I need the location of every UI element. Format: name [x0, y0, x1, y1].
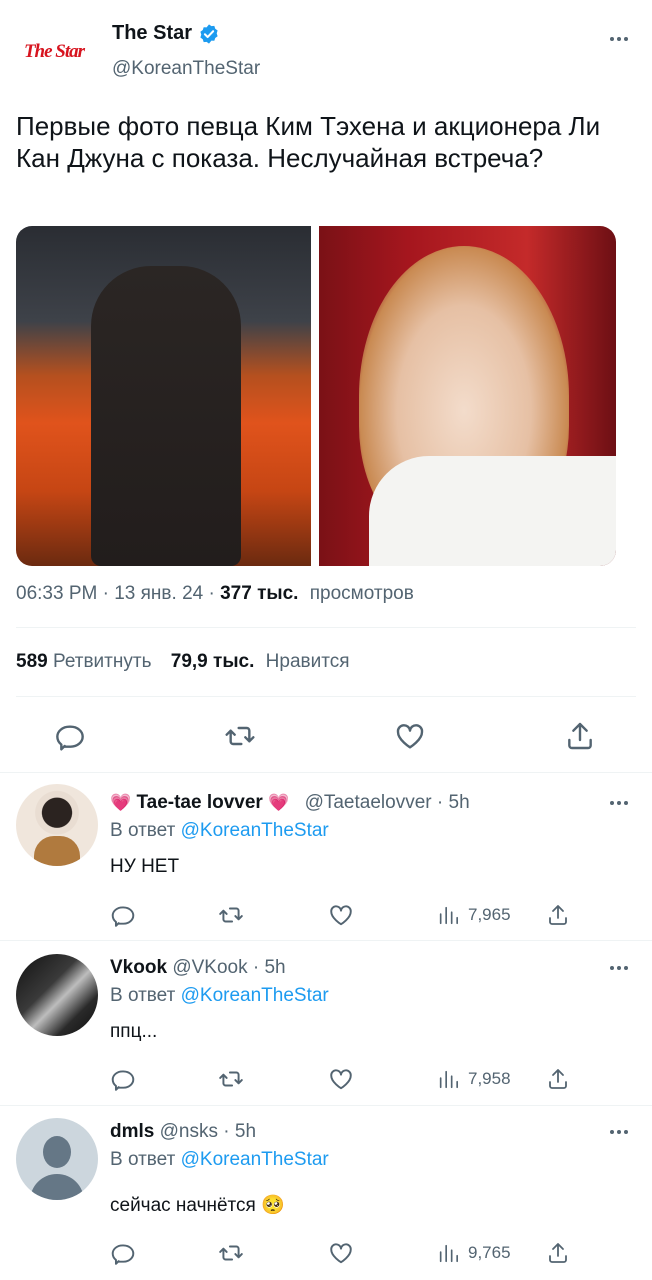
reply-icon[interactable] — [108, 1238, 138, 1268]
reply-author-handle[interactable]: @Taetaelovver — [305, 792, 432, 813]
reply-to-link[interactable]: @KoreanTheStar — [181, 985, 329, 1006]
retweets-label: Ретвитнуть — [52, 651, 152, 672]
reply-context: В ответ @KoreanTheStar — [110, 820, 329, 841]
reply-author-handle[interactable]: @VKook — [172, 957, 247, 978]
reply-context: В ответ @KoreanTheStar — [110, 1149, 329, 1170]
likes-label: Нравится — [265, 651, 350, 672]
like-icon[interactable] — [326, 1064, 356, 1094]
reply-time: 5h — [448, 792, 470, 813]
reply-context: В ответ @KoreanTheStar — [110, 985, 329, 1006]
likes-count: 79,9 тыс. — [170, 651, 255, 672]
share-icon[interactable] — [543, 1238, 573, 1268]
default-avatar-head — [43, 1136, 71, 1168]
like-icon[interactable] — [326, 1238, 356, 1268]
likes-stat[interactable]: 79,9 тыс. Нравится — [171, 651, 350, 672]
reply-author-name[interactable]: Tae-tae lovver — [136, 792, 262, 813]
reply-text: ппц... — [110, 1021, 158, 1042]
views-icon — [436, 903, 460, 927]
author-name[interactable]: The Star — [112, 22, 192, 45]
reply-icon[interactable] — [108, 900, 138, 930]
tweet-photo-1[interactable] — [16, 226, 311, 566]
reply-header: Vkook @VKook · 5h — [110, 957, 286, 978]
more-icon[interactable] — [608, 801, 630, 807]
heart-emoji-icon: 💗 — [268, 793, 290, 812]
share-icon[interactable] — [543, 900, 573, 930]
photo-portrait-shirt — [369, 456, 616, 566]
retweets-stat[interactable]: 589 Ретвитнуть — [16, 651, 157, 672]
reply-icon[interactable] — [52, 718, 88, 754]
tweet-text: Первые фото певца Ким Тэхена и акционера… — [16, 111, 601, 173]
verified-badge-icon — [198, 23, 220, 45]
avatar[interactable] — [16, 954, 98, 1036]
views-count: 7,965 — [468, 905, 511, 924]
reply-header: dmls @nsks · 5h — [110, 1121, 257, 1142]
retweet-icon[interactable] — [216, 900, 246, 930]
default-avatar-body — [30, 1174, 84, 1200]
logo-text: The Star — [23, 41, 85, 62]
author-name-row[interactable]: The Star — [112, 22, 220, 45]
avatar[interactable] — [16, 1118, 98, 1200]
reply-header: 💗 Tae-tae lovver 💗 @Taetaelovver · 5h — [110, 792, 470, 813]
reply-text: НУ НЕТ — [110, 856, 180, 877]
like-icon[interactable] — [392, 718, 428, 754]
reply-author-name[interactable]: Vkook — [110, 957, 167, 978]
more-icon[interactable] — [608, 966, 630, 972]
views-stat[interactable]: 7,958 — [436, 1067, 511, 1091]
like-icon[interactable] — [326, 900, 356, 930]
reply-author-handle[interactable]: @nsks — [160, 1121, 218, 1142]
avatar[interactable] — [16, 784, 98, 866]
retweet-icon[interactable] — [222, 718, 258, 754]
author-handle[interactable]: @KoreanTheStar — [112, 58, 260, 80]
photo-sign-text — [186, 266, 276, 316]
reply-time: 5h — [234, 1121, 257, 1142]
reply-text: сейчас начнётся 🥺 — [110, 1195, 285, 1216]
views-label: просмотров — [309, 583, 414, 604]
tweet-photo-2[interactable] — [319, 226, 616, 566]
retweets-count: 589 — [16, 651, 48, 672]
views-icon — [436, 1241, 460, 1265]
tweet-stats: 589 Ретвитнуть 79,9 тыс. Нравится — [16, 651, 350, 673]
views-icon — [436, 1067, 460, 1091]
share-icon[interactable] — [562, 718, 598, 754]
views-count: 9,765 — [468, 1243, 511, 1262]
views-stat[interactable]: 7,965 — [436, 903, 511, 927]
heart-emoji-icon: 💗 — [110, 793, 132, 812]
reply-author-name[interactable]: dmls — [110, 1121, 154, 1142]
reply-to-link[interactable]: @KoreanTheStar — [181, 820, 329, 841]
reply-time: 5h — [264, 957, 286, 978]
views-count: 7,958 — [468, 1069, 511, 1088]
more-icon[interactable] — [608, 37, 630, 43]
share-icon[interactable] — [543, 1064, 573, 1094]
tweet-meta: 06:33 PM · 13 янв. 24 · 377 тыс. просмот… — [16, 583, 414, 604]
author-avatar-logo[interactable]: The Star — [16, 24, 92, 80]
retweet-icon[interactable] — [216, 1064, 246, 1094]
views-stat[interactable]: 9,765 — [436, 1241, 511, 1265]
tweet-date: 13 янв. 24 — [114, 583, 204, 604]
views-count: 377 тыс. — [220, 583, 299, 604]
reply-to-link[interactable]: @KoreanTheStar — [181, 1149, 329, 1170]
more-icon[interactable] — [608, 1130, 630, 1136]
tweet-time: 06:33 PM — [16, 583, 98, 604]
retweet-icon[interactable] — [216, 1238, 246, 1268]
reply-icon[interactable] — [108, 1064, 138, 1094]
